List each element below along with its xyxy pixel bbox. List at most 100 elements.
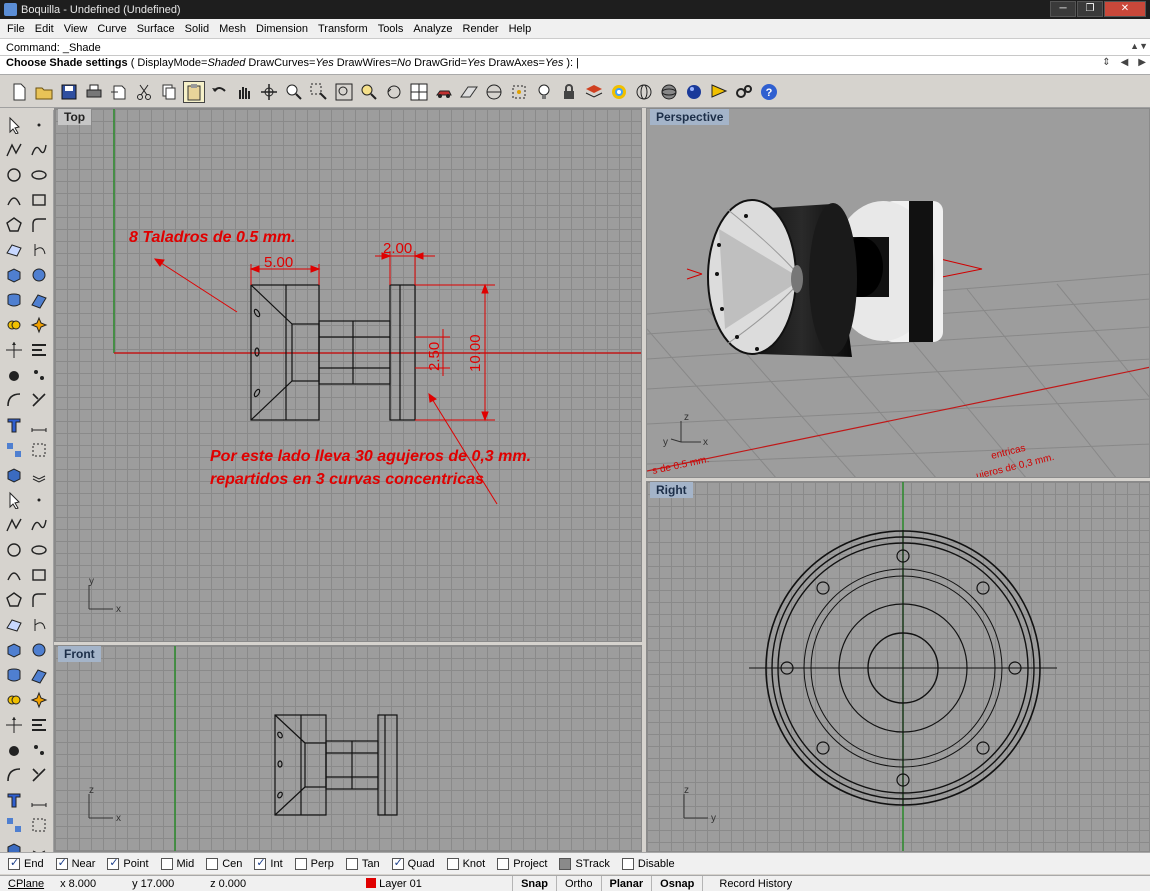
lock-icon[interactable] (558, 81, 580, 103)
layout-icon[interactable] (28, 464, 50, 486)
zebra-icon[interactable] (3, 664, 25, 686)
checkbox[interactable] (55, 856, 68, 870)
scroll-right-icon[interactable]: ▶ (1138, 57, 1146, 68)
osnap-quad[interactable]: Quad (391, 856, 435, 870)
menu-surface[interactable]: Surface (132, 19, 180, 39)
revolve-icon[interactable] (28, 239, 50, 261)
polygon-icon[interactable] (3, 214, 25, 236)
osnap-knot[interactable]: Knot (446, 857, 485, 870)
four-viewports-icon[interactable] (408, 81, 430, 103)
ellipse-icon[interactable] (28, 164, 50, 186)
osnap-end[interactable]: End (8, 856, 44, 870)
menu-solid[interactable]: Solid (180, 19, 214, 39)
light-bulb-icon[interactable] (533, 81, 555, 103)
menu-view[interactable]: View (59, 19, 93, 39)
polyline-icon[interactable] (3, 139, 25, 161)
fillet-curve-icon[interactable] (28, 814, 50, 836)
new-file-icon[interactable] (8, 81, 30, 103)
osnap-disable[interactable]: Disable (621, 857, 675, 870)
boolean-icon[interactable] (3, 314, 25, 336)
circle-icon[interactable] (3, 164, 25, 186)
layer-icon[interactable] (583, 81, 605, 103)
solid-union-icon[interactable] (3, 364, 25, 386)
close-button[interactable]: ✕ (1104, 1, 1146, 17)
osnap-cen[interactable]: Cen (206, 857, 242, 870)
xyz-icon[interactable] (28, 489, 50, 511)
align-icon[interactable] (28, 339, 50, 361)
circle-icon[interactable] (3, 764, 25, 786)
open-folder-icon[interactable] (33, 81, 55, 103)
control-points-icon[interactable] (3, 514, 25, 536)
polyline-icon[interactable] (3, 739, 25, 761)
viewport-label-front[interactable]: Front (58, 646, 101, 662)
ground-plane-icon[interactable] (28, 689, 50, 711)
checkbox[interactable] (254, 856, 267, 870)
trim-icon[interactable] (28, 389, 50, 411)
save-icon[interactable] (58, 81, 80, 103)
cplane-icon[interactable] (28, 564, 50, 586)
undo-view-icon[interactable] (383, 81, 405, 103)
explode-icon[interactable] (28, 314, 50, 336)
menu-help[interactable]: Help (504, 19, 537, 39)
viewport-label-perspective[interactable]: Perspective (650, 109, 730, 125)
group-icon[interactable] (3, 439, 25, 461)
osnap-int[interactable]: Int (254, 856, 283, 870)
distance-icon[interactable] (3, 539, 25, 561)
checkbox[interactable] (391, 856, 404, 870)
box-icon[interactable] (3, 264, 25, 286)
cplane-icon[interactable] (483, 81, 505, 103)
rotate-icon[interactable] (28, 614, 50, 636)
viewport-label-right[interactable]: Right (650, 482, 693, 498)
point-cloud-icon[interactable] (28, 539, 50, 561)
menu-analyze[interactable]: Analyze (408, 19, 457, 39)
render-icon[interactable] (3, 564, 25, 586)
planar-toggle[interactable]: Planar (600, 875, 652, 891)
car-icon[interactable] (433, 81, 455, 103)
rotate-view-icon[interactable] (258, 81, 280, 103)
checkbox[interactable] (107, 856, 120, 870)
point-icon[interactable] (28, 714, 50, 736)
select-arrow-icon[interactable] (3, 114, 25, 136)
command-prompt[interactable]: Choose Shade settings ( DisplayMode=Shad… (6, 57, 579, 69)
camera-icon[interactable] (28, 639, 50, 661)
osnap-perp[interactable]: Perp (294, 857, 334, 870)
rendered-sphere-icon[interactable] (683, 81, 705, 103)
checkbox[interactable] (621, 857, 634, 870)
shaded-sphere-icon[interactable] (658, 81, 680, 103)
text-icon[interactable] (3, 414, 25, 436)
print-icon[interactable] (83, 81, 105, 103)
paste-icon[interactable] (183, 80, 205, 103)
menu-dimension[interactable]: Dimension (251, 19, 313, 39)
record-history-toggle[interactable]: Record History (702, 875, 800, 891)
option-drawwires-value[interactable]: No (397, 57, 411, 69)
menu-mesh[interactable]: Mesh (214, 19, 251, 39)
ellipse-icon[interactable] (28, 764, 50, 786)
curve-from-points-icon[interactable] (28, 739, 50, 761)
top-viewport[interactable]: Top 8 Taladros de 0.5 mm. 5.00 2.00 2.50… (54, 108, 642, 642)
dimension-icon[interactable] (28, 414, 50, 436)
minimize-button[interactable]: ─ (1050, 1, 1076, 17)
option-drawaxes-value[interactable]: Yes (545, 57, 563, 69)
pan-hand-icon[interactable] (233, 81, 255, 103)
rectangle-icon[interactable] (28, 789, 50, 811)
curve-from-points-icon[interactable] (28, 139, 50, 161)
osnap-project[interactable]: Project (497, 857, 547, 870)
zoom-dynamic-icon[interactable] (283, 81, 305, 103)
named-view-icon[interactable] (28, 589, 50, 611)
bend-icon[interactable] (3, 389, 25, 411)
menu-file[interactable]: File (2, 19, 30, 39)
menu-transform[interactable]: Transform (313, 19, 373, 39)
osnap-tan[interactable]: Tan (345, 857, 380, 870)
osnap-strack[interactable]: STrack (559, 857, 610, 870)
option-drawgrid-value[interactable]: Yes (467, 57, 485, 69)
checkbox[interactable] (8, 856, 20, 870)
checkbox[interactable] (345, 857, 358, 870)
surface-from-points-icon[interactable] (3, 239, 25, 261)
render-preview-icon[interactable] (28, 664, 50, 686)
extrude-surface-icon[interactable] (28, 289, 50, 311)
mirror-icon[interactable] (3, 614, 25, 636)
select-arrow-icon[interactable] (3, 714, 25, 736)
arc-icon[interactable] (3, 789, 25, 811)
perspective-viewport[interactable]: s de 0.5 mm. ujeros de 0,3 mm. entricas (646, 108, 1150, 478)
option-drawcurves-value[interactable]: Yes (315, 57, 333, 69)
